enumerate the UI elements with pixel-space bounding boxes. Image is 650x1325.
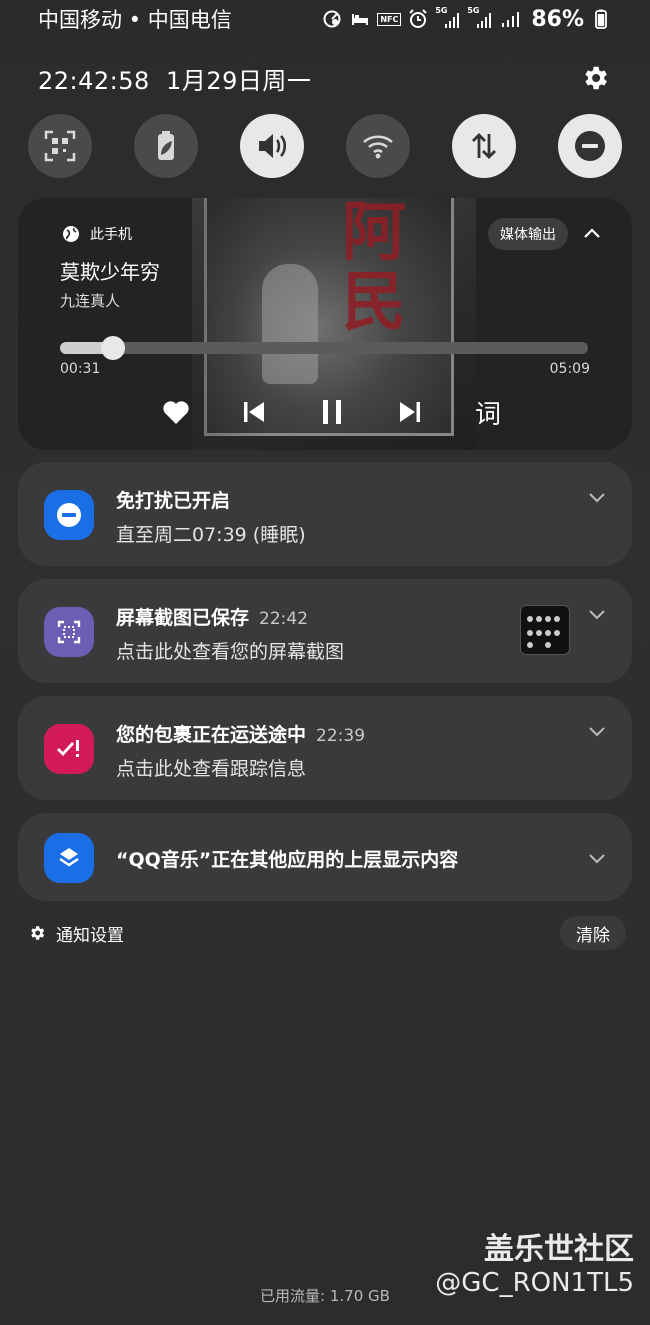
chevron-down-icon [589,854,605,864]
status-icons: NFC 5G 5G 86% [321,6,612,32]
song-title: 莫欺少年穷 [60,260,160,284]
data-saver-icon [321,8,343,30]
notification-screenshot[interactable]: 屏幕截图已保存 22:42 点击此处查看您的屏幕截图 [18,579,632,683]
notif-time: 22:42 [259,609,309,629]
skip-previous-icon [244,402,264,422]
qs-wifi[interactable] [346,114,410,178]
qs-mobile-data[interactable] [452,114,516,178]
notif-title-text: 您的包裹正在运送途中 [116,724,307,746]
chevron-up-icon [584,228,600,238]
media-controls: 词 [156,390,508,434]
media-player-card[interactable]: 阿民 此手机 莫欺少年穷 九连真人 媒体输出 00:31 05:09 词 [18,198,632,450]
notification-dnd[interactable]: 免打扰已开启 直至周二07:39 (睡眠) [18,462,632,566]
skip-next-icon [400,402,420,422]
lyrics-button[interactable]: 词 [468,392,508,432]
nfc-label: NFC [377,12,402,26]
previous-button[interactable] [234,392,274,432]
expand-button[interactable] [584,601,610,627]
notif-app-icon [44,724,94,774]
data-usage-label: 已用流量: 1.70 GB [260,1287,390,1305]
notification-footer: 通知设置 清除 [28,916,626,950]
gear-icon [31,926,45,940]
notif-title: “QQ音乐”正在其他应用的上层显示内容 [116,845,458,872]
qr-scan-icon [44,130,76,162]
qs-sound[interactable] [240,114,304,178]
notif-body: 点击此处查看跟踪信息 [116,758,307,780]
watermark-brand: 盖乐世社区 [484,1232,634,1267]
media-output-button[interactable]: 媒体输出 [488,218,568,250]
notif-app-icon [44,607,94,657]
expand-button[interactable] [584,484,610,510]
collapse-button[interactable] [578,220,606,248]
5g-signal-icon: 5G [467,6,493,30]
battery-percent: 86% [531,6,584,32]
carrier-label: 中国移动 • 中国电信 [38,8,232,32]
screenshot-thumbnail[interactable] [520,605,570,655]
expand-button[interactable] [584,845,610,871]
notif-app-icon [44,490,94,540]
screenshot-icon [57,620,81,644]
notif-body: 点击此处查看您的屏幕截图 [116,641,345,663]
dnd-minus-icon [57,503,81,527]
notif-title: 屏幕截图已保存 22:42 [116,603,308,630]
notif-title-text: “QQ音乐”正在其他应用的上层显示内容 [116,849,459,871]
pause-icon [323,400,341,424]
notif-time: 22:39 [316,726,366,746]
seek-bar[interactable] [60,336,588,360]
qs-qr-scan[interactable] [28,114,92,178]
notif-title-text: 屏幕截图已保存 [116,607,250,629]
layers-icon [59,848,79,867]
header-row: 22:42:58 1月29日周一 [0,58,650,98]
clear-all-button[interactable]: 清除 [560,916,626,950]
notif-body: 直至周二07:39 (睡眠) [116,524,306,546]
song-artist: 九连真人 [60,292,121,310]
battery-leaf-icon [158,131,174,160]
notif-app-icon [44,833,94,883]
chevron-down-icon [589,727,605,737]
total-time: 05:09 [549,361,590,377]
pause-button[interactable] [312,392,352,432]
battery-icon [590,8,612,30]
speaker-icon [259,134,287,158]
next-button[interactable] [390,392,430,432]
data-arrows-icon [472,133,496,159]
globe-icon [63,226,79,242]
notif-title-text: 免打扰已开启 [116,490,231,512]
chevron-down-icon [589,610,605,620]
dnd-minus-icon [575,131,605,161]
nfc-icon: NFC [377,8,402,30]
notification-package[interactable]: 您的包裹正在运送途中 22:39 点击此处查看跟踪信息 [18,696,632,800]
seek-bar-thumb[interactable] [100,336,125,360]
sleep-mode-icon [349,8,371,30]
5g-signal-icon: 5G [435,6,461,30]
status-bar: 中国移动 • 中国电信 NFC 5G 5G 86% [0,0,650,38]
qs-power-saving[interactable] [134,114,198,178]
favorite-button[interactable] [156,392,196,432]
heart-icon [163,401,189,424]
notif-title: 免打扰已开启 [116,486,230,513]
notif-title: 您的包裹正在运送途中 22:39 [116,720,365,747]
qs-do-not-disturb[interactable] [558,114,622,178]
wifi-icon [363,135,393,159]
alarm-icon [407,8,429,30]
notification-settings-label: 通知设置 [56,925,124,946]
settings-button[interactable] [578,61,612,95]
elapsed-time: 00:31 [60,361,101,377]
quick-settings-row [28,114,622,178]
package-alert-icon [57,740,79,757]
media-source: 此手机 [62,224,132,244]
notification-overlay[interactable]: “QQ音乐”正在其他应用的上层显示内容 [18,813,632,901]
media-source-label: 此手机 [90,227,132,243]
chevron-down-icon [589,493,605,503]
notification-settings-link[interactable]: 通知设置 [28,921,124,946]
expand-button[interactable] [584,718,610,744]
gear-icon [585,66,607,90]
time-date: 22:42:58 1月29日周一 [38,66,312,95]
signal-icon [499,8,521,30]
